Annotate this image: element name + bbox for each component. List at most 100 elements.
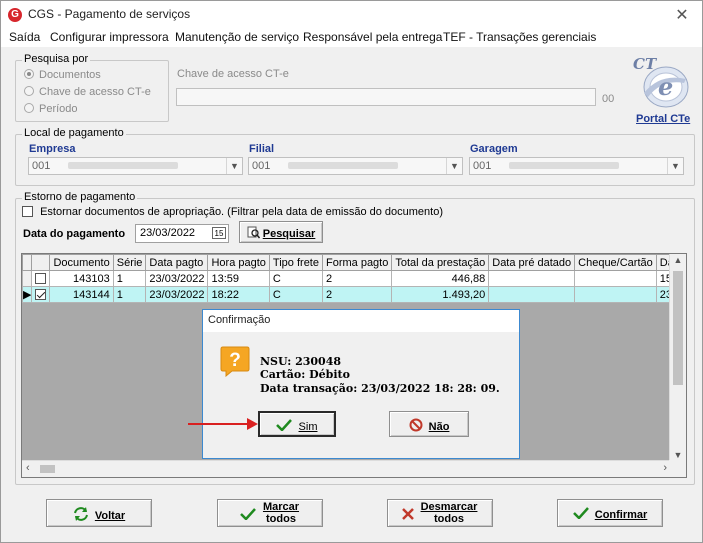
vertical-scrollbar[interactable]: ▲ ▼ [669,254,686,461]
pesquisar-label: Pesquisar [262,228,316,240]
column-header[interactable]: Documento [49,254,114,271]
confirmar-button[interactable]: Confirmar [557,499,663,527]
total-prestacao-cell: 446,88 [391,270,490,287]
menu-tef-transacoes[interactable]: TEF - Transações gerenciais [443,30,596,44]
menu-manutencao-servico[interactable]: Manutenção de serviço [175,30,299,44]
column-header[interactable]: Forma pagto [321,254,393,271]
row-indicator [22,270,33,287]
menu-responsavel-entrega[interactable]: Responsável pela entrega [303,30,442,44]
column-header[interactable]: Hora pagto [207,254,270,271]
portal-cte-link[interactable]: Portal CTe [636,113,690,125]
scroll-thumb[interactable] [40,465,55,473]
local-pagamento-legend: Local de pagamento [22,127,126,139]
forma-pagto-cell: 2 [321,270,393,287]
sim-label: Sim [298,421,318,433]
red-arrow-head-icon [247,418,258,430]
nao-button[interactable]: Não [389,411,469,437]
scroll-up-icon[interactable]: ▲ [670,255,686,265]
dialog-nsu-text: NSU: 230048 [260,355,342,368]
data-pagamento-input[interactable]: 23/03/2022 15 [135,224,229,243]
filial-combo[interactable]: 001 ▼ [248,157,463,175]
estornar-apropriacao-checkbox[interactable]: Estornar documentos de apropriação. (Fil… [22,206,443,218]
total-prestacao-cell: 1.493,20 [391,286,490,303]
filial-value: 001 [252,160,271,172]
calendar-icon[interactable]: 15 [212,227,226,239]
checkmark-icon [276,419,293,432]
close-icon[interactable]: ✕ [672,5,692,25]
serie-cell: 1 [112,270,147,287]
data-pagamento-label: Data do pagamento [23,228,126,240]
desmarcar-label: Desmarcar [420,501,478,513]
svg-text:CT: CT [633,55,658,73]
estorno-legend: Estorno de pagamento [22,191,138,203]
refresh-icon [73,507,88,521]
data-pagto-cell: 23/03/2022 [145,286,209,303]
data-pre-datado-cell [488,270,576,287]
row-checkbox[interactable] [31,270,51,287]
app-logo-icon: G [8,8,22,22]
chevron-down-icon: ▼ [446,158,462,174]
row-checkbox[interactable] [31,286,51,303]
table-row[interactable]: ▶ 143144 1 23/03/2022 18:22 C 2 1.493,20… [22,286,686,303]
horizontal-scrollbar[interactable]: ‹ › [22,460,671,477]
radio-documentos[interactable]: Documentos [24,69,101,81]
voltar-label: Voltar [94,510,126,522]
documents-table: Documento Série Data pagto Hora pagto Ti… [22,254,686,303]
chevron-down-icon: ▼ [226,158,242,174]
column-header[interactable]: Data pré datado [488,254,576,271]
column-header[interactable]: Série [112,254,147,271]
grid-header-row: Documento Série Data pagto Hora pagto Ti… [22,254,686,271]
hora-pagto-cell: 13:59 [207,270,270,287]
serie-cell: 1 [112,286,147,303]
question-icon: ? [220,346,250,377]
menu-bar: Saída Configurar impressora Manutenção d… [1,29,702,47]
empresa-combo[interactable]: 001 ▼ [28,157,243,175]
chevron-down-icon: ▼ [667,158,683,174]
scroll-right-icon[interactable]: › [663,462,667,474]
search-icon [247,226,260,239]
radio-icon [24,69,34,79]
row-indicator-header [22,254,33,271]
filial-label: Filial [249,143,275,155]
garagem-combo[interactable]: 001 ▼ [469,157,684,175]
redacted-text [68,162,179,169]
garagem-label: Garagem [470,143,518,155]
cte-logo-icon: CT e [633,55,689,108]
voltar-button[interactable]: Voltar [46,499,152,527]
cancel-icon [409,418,423,432]
documento-cell: 143103 [49,270,114,287]
checkbox-checked-icon [35,288,47,300]
marcar-todos-button[interactable]: Marcar todos [217,499,323,527]
column-header[interactable]: Total da prestação [391,254,490,271]
scroll-left-icon[interactable]: ‹ [26,462,30,474]
radio-chave-acesso[interactable]: Chave de acesso CT-e [24,86,151,98]
scroll-corner [669,460,686,477]
table-row[interactable]: 143103 1 23/03/2022 13:59 C 2 446,88 15/… [22,270,686,287]
checkmark-icon [572,507,589,520]
sim-button[interactable]: Sim [258,411,336,437]
scroll-thumb[interactable] [673,271,683,385]
cheque-cartao-cell [574,270,657,287]
forma-pagto-cell: 2 [321,286,393,303]
menu-saida[interactable]: Saída [9,30,40,44]
menu-configurar-impressora[interactable]: Configurar impressora [50,30,169,44]
confirmar-label: Confirmar [594,509,648,521]
scroll-down-icon[interactable]: ▼ [670,450,686,460]
desmarcar-todos-button[interactable]: Desmarcar todos [387,499,493,527]
column-header[interactable]: Data pagto [145,254,209,271]
tipo-frete-cell: C [268,270,323,287]
main-window: G CGS - Pagamento de serviços ✕ Saída Co… [0,0,703,543]
pesquisa-groupbox: Pesquisa por Documentos Chave de acesso … [15,53,169,122]
redacted-text [288,162,399,169]
column-header[interactable]: Tipo frete [268,254,323,271]
documento-cell: 143144 [49,286,114,303]
cheque-cartao-cell [574,286,657,303]
dialog-cartao-text: Cartão: Débito [260,368,350,381]
radio-periodo[interactable]: Período [24,103,78,115]
pesquisar-button[interactable]: Pesquisar [239,221,323,243]
column-header[interactable]: Cheque/Cartão [574,254,657,271]
checkmark-icon [240,508,256,520]
chave-acesso-suffix: 00 [602,93,615,105]
todos-label: todos [434,513,464,525]
chave-acesso-input[interactable] [176,88,596,106]
